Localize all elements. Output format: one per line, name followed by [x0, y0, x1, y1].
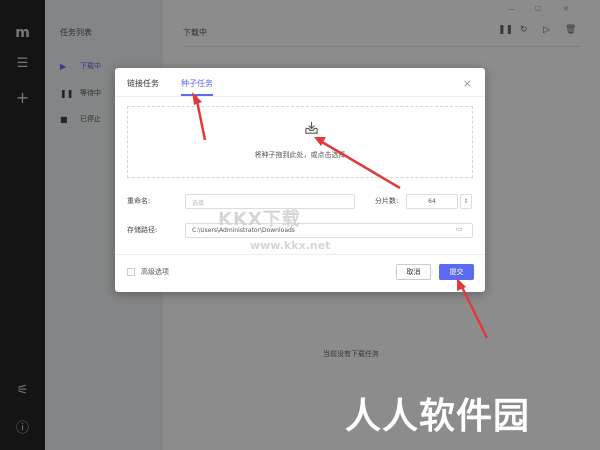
- rename-label: 重命名:: [127, 197, 151, 205]
- advanced-options-label: 高级选项: [141, 268, 169, 276]
- drop-zone-text: 将种子拖到此处，或点击选择: [254, 151, 346, 159]
- download-tray-icon: [305, 121, 318, 134]
- advanced-options-toggle[interactable]: 高级选项: [127, 267, 169, 277]
- split-stepper[interactable]: ⇕: [460, 194, 472, 209]
- cancel-button[interactable]: 取消: [396, 264, 431, 280]
- watermark-site: 人人软件园: [345, 396, 531, 437]
- watermark-kkx: KKX下载: [218, 209, 301, 230]
- new-task-dialog: 链接任务 种子任务 × 将种子拖到此处，或点击选择 重命名: 选填 分片数: 6…: [115, 68, 485, 292]
- path-label: 存储路径:: [127, 226, 158, 234]
- tab-link-task[interactable]: 链接任务: [127, 78, 159, 96]
- torrent-drop-zone[interactable]: 将种子拖到此处，或点击选择: [127, 106, 473, 178]
- dialog-tabs: 链接任务 种子任务: [127, 78, 235, 96]
- watermark-url: www.kkx.net: [250, 239, 331, 252]
- split-count-input[interactable]: 64: [406, 194, 458, 209]
- dialog-footer-divider: [115, 254, 485, 255]
- folder-icon[interactable]: ▭: [456, 225, 463, 233]
- submit-button[interactable]: 提交: [439, 264, 474, 280]
- dialog-divider: [115, 96, 485, 97]
- tab-torrent-task[interactable]: 种子任务: [181, 78, 213, 96]
- close-icon[interactable]: ×: [463, 77, 472, 90]
- checkbox[interactable]: [127, 268, 135, 276]
- split-label: 分片数:: [375, 197, 399, 205]
